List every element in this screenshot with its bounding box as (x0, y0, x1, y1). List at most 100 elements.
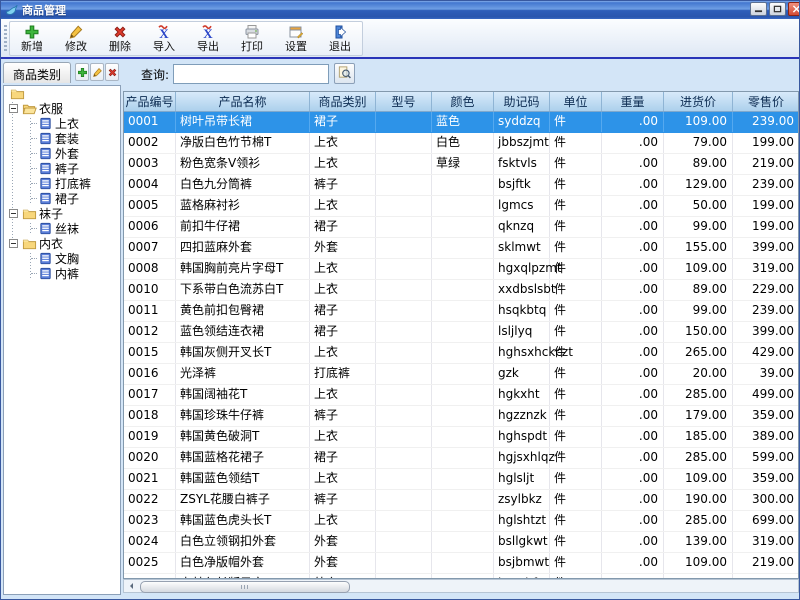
table-row[interactable]: 0002净版白色竹节棉T上衣白色jbbszjmt件.0079.00199.00 (124, 133, 798, 154)
tree-item[interactable]: 裤子 (4, 161, 120, 176)
tree-expander-icon[interactable] (9, 104, 18, 113)
tree-item[interactable]: 文胸 (4, 251, 120, 266)
table-cell-name: 四扣蓝麻外套 (176, 238, 310, 258)
toolbar-button-edit[interactable]: 修改 (54, 22, 98, 55)
horizontal-scrollbar[interactable] (123, 579, 799, 593)
column-header-code[interactable]: 产品编号 (124, 92, 176, 111)
table-cell-cost_price: 185.00 (664, 427, 733, 447)
table-cell-unit: 件 (550, 469, 602, 489)
table-cell-cost_price: 285.00 (664, 448, 733, 468)
close-button[interactable] (788, 2, 799, 16)
table-cell-model (376, 196, 432, 216)
table-row[interactable]: 0006前扣牛仔裙裙子qknzq件.0099.00199.00 (124, 217, 798, 238)
column-header-unit[interactable]: 单位 (550, 92, 602, 111)
table-row[interactable]: 0007四扣蓝麻外套外套sklmwt件.00155.00399.00 (124, 238, 798, 259)
table-cell-category: 裙子 (310, 322, 376, 342)
tree-item[interactable]: 袜子 (4, 206, 120, 221)
toolbar-button-print[interactable]: 打印 (230, 22, 274, 55)
table-row[interactable]: 0010下系带白色流苏白T上衣xxdbslsbt件.0089.00229.00 (124, 280, 798, 301)
category-delete-button[interactable] (105, 63, 119, 81)
column-header-weight[interactable]: 重量 (602, 92, 664, 111)
table-cell-retail_price: 39.00 (733, 364, 799, 384)
tree-item[interactable]: 衣服 (4, 101, 120, 116)
tree-expander-icon[interactable] (9, 239, 18, 248)
table-row[interactable]: 0003粉色宽条V领衫上衣草绿fsktvls件.0089.00219.00 (124, 154, 798, 175)
search-button[interactable] (334, 63, 355, 84)
toolbar-grip[interactable] (4, 25, 7, 51)
column-header-model[interactable]: 型号 (376, 92, 432, 111)
table-cell-model (376, 532, 432, 552)
tree-item[interactable]: 裙子 (4, 191, 120, 206)
table-row[interactable]: 0017韩国阔袖花T上衣hgkxht件.00285.00499.00 (124, 385, 798, 406)
search-input[interactable] (173, 64, 329, 84)
toolbar-button-delete[interactable]: 删除 (98, 22, 142, 55)
table-cell-unit: 件 (550, 364, 602, 384)
tree-item[interactable]: 上衣 (4, 116, 120, 131)
table-cell-category: 裤子 (310, 406, 376, 426)
table-cell-weight: .00 (602, 112, 664, 132)
scroll-left-arrow-icon[interactable] (124, 580, 138, 592)
tree-item[interactable]: 套装 (4, 131, 120, 146)
table-row[interactable]: 0020韩国蓝格花裙子裙子hgjsxhlqz件.00285.00599.00 (124, 448, 798, 469)
table-cell-unit: 件 (550, 490, 602, 510)
maximize-button[interactable] (769, 2, 786, 16)
category-add-button[interactable] (75, 63, 89, 81)
tree-item[interactable]: 内衣 (4, 236, 120, 251)
minimize-button[interactable] (750, 2, 767, 16)
category-edit-button[interactable] (90, 63, 104, 81)
table-row[interactable]: 0004白色九分筒裤裤子bsjftk件.00129.00239.00 (124, 175, 798, 196)
table-cell-name: 下系带白色流苏白T (176, 280, 310, 300)
table-cell-color (432, 301, 494, 321)
table-row[interactable]: 0005蓝格麻衬衫上衣lgmcs件.0050.00199.00 (124, 196, 798, 217)
scrollbar-thumb[interactable] (140, 581, 350, 593)
table-row[interactable]: 0012蓝色领结连衣裙裙子lsljlyq件.00150.00399.00 (124, 322, 798, 343)
column-header-color[interactable]: 颜色 (432, 92, 494, 111)
toolbar-button-export[interactable]: X导出 (186, 22, 230, 55)
table-cell-mnemonic: bsllgkwt (494, 532, 550, 552)
tree-item[interactable]: 丝袜 (4, 221, 120, 236)
table-row[interactable]: 0023韩国蓝色虎头长T上衣hglshtzt件.00285.00699.00 (124, 511, 798, 532)
tree-item[interactable]: 打底裤 (4, 176, 120, 191)
column-header-retail_price[interactable]: 零售价 (733, 92, 799, 111)
table-cell-retail_price: 300.00 (733, 490, 799, 510)
category-toolbar (75, 63, 119, 81)
table-cell-retail_price: 359.00 (733, 469, 799, 489)
table-row[interactable]: 0001树叶吊带长裙裙子蓝色syddzq件.00109.00239.00 (124, 112, 798, 133)
category-icon (38, 266, 53, 281)
tree-item[interactable]: 外套 (4, 146, 120, 161)
column-header-category[interactable]: 商品类别 (310, 92, 376, 111)
tree-expander-icon[interactable] (9, 209, 18, 218)
toolbar-button-exit[interactable]: 退出 (318, 22, 362, 55)
toolbar-button-add[interactable]: 新增 (10, 22, 54, 55)
table-cell-code: 0015 (124, 343, 176, 363)
table-row[interactable]: 0019韩国黄色破洞T上衣hghspdt件.00185.00389.00 (124, 427, 798, 448)
table-cell-mnemonic: hglshtzt (494, 511, 550, 531)
table-row[interactable]: 0021韩国蓝色领结T上衣hglsljt件.00109.00359.00 (124, 469, 798, 490)
tab-category[interactable]: 商品类别 (3, 62, 71, 83)
table-row[interactable]: 0024白色立领钢扣外套外套bsllgkwt件.00139.00319.00 (124, 532, 798, 553)
table-row[interactable]: 0008韩国胸前亮片字母T上衣hgxqlpzmt件.00109.00319.00 (124, 259, 798, 280)
table-cell-cost_price: 129.00 (664, 175, 733, 195)
tree-item[interactable]: 内裤 (4, 266, 120, 281)
column-header-name[interactable]: 产品名称 (176, 92, 310, 111)
table-cell-name: 韩国蓝色虎头长T (176, 511, 310, 531)
column-header-mnemonic[interactable]: 助记码 (494, 92, 550, 111)
table-row[interactable]: 0016光泽裤打底裤gzk件.0020.0039.00 (124, 364, 798, 385)
table-cell-weight: .00 (602, 175, 664, 195)
folder-closed-icon (22, 236, 37, 251)
table-row[interactable]: 0025白色净版帽外套外套bsjbmwt件.00109.00219.00 (124, 553, 798, 574)
table-row[interactable]: 0015韩国灰侧开叉长T上衣hghsxhckczt件.00265.00429.0… (124, 343, 798, 364)
table-cell-category: 上衣 (310, 280, 376, 300)
table-row[interactable]: 0011黄色前扣包臀裙裙子hsqkbtq件.0099.00239.00 (124, 301, 798, 322)
table-cell-retail_price: 219.00 (733, 154, 799, 174)
toolbar-button-import[interactable]: X导入 (142, 22, 186, 55)
table-cell-retail_price: 219.00 (733, 553, 799, 573)
table-row[interactable]: 0022ZSYL花腰白裤子裤子zsylbkz件.00190.00300.00 (124, 490, 798, 511)
table-cell-retail_price: 499.00 (733, 385, 799, 405)
table-row[interactable]: 0018韩国珍珠牛仔裤裤子hgzznzk件.00179.00359.00 (124, 406, 798, 427)
tree-item[interactable] (4, 86, 120, 101)
column-header-cost_price[interactable]: 进货价 (664, 92, 733, 111)
toolbar-button-settings[interactable]: 设置 (274, 22, 318, 55)
table-cell-unit: 件 (550, 385, 602, 405)
table-cell-mnemonic: lgmcs (494, 196, 550, 216)
